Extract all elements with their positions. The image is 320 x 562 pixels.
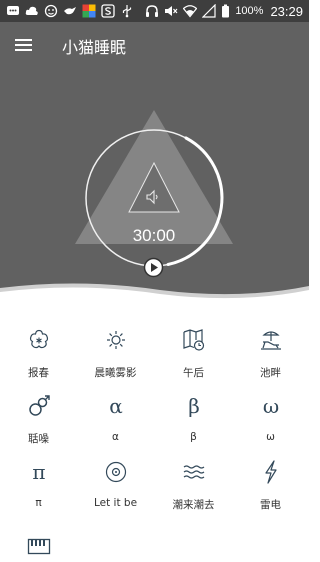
sound-item[interactable]: 午后	[155, 322, 232, 386]
status-bar: 100% 23:29	[0, 0, 309, 22]
clock: 23:29	[270, 3, 303, 19]
sound-label: 雷电	[260, 499, 281, 511]
sound-label: π	[35, 497, 42, 509]
timer-display: 30:00	[132, 226, 176, 245]
flower-icon	[27, 328, 51, 352]
svg-text:α: α	[109, 394, 123, 418]
omega-icon: ω	[259, 394, 283, 418]
sound-item[interactable]: α α	[77, 388, 154, 452]
piano-icon	[27, 538, 51, 562]
sound-item[interactable]: 报春	[0, 322, 77, 386]
sound-label: 晨曦雾影	[94, 367, 137, 379]
signal-icon	[202, 4, 216, 18]
sound-label: 午后	[183, 367, 204, 379]
sound-label: Let it be	[93, 497, 138, 509]
app-color-icon	[82, 4, 96, 18]
headphones-icon	[145, 4, 159, 18]
sound-item[interactable]: ω ω	[232, 388, 309, 452]
sound-item[interactable]: 潮来潮去	[155, 454, 232, 518]
sound-item[interactable]: π π	[0, 454, 77, 518]
notification-icons	[6, 3, 134, 19]
wifi-icon	[183, 4, 198, 18]
system-icons: 100% 23:29	[145, 3, 303, 19]
sound-item[interactable]: 聒噪	[0, 388, 77, 452]
sound-item[interactable]	[0, 520, 77, 555]
sound-item[interactable]: β β	[155, 388, 232, 452]
vinyl-icon	[104, 460, 128, 484]
sound-label: ω	[266, 431, 275, 443]
sound-label: 报春	[28, 367, 49, 379]
sound-label: 池畔	[260, 367, 281, 379]
sound-label: β	[190, 431, 197, 443]
sound-item[interactable]: 雷电	[232, 454, 309, 518]
sound-item[interactable]: 晨曦雾影	[77, 322, 154, 386]
cloud-icon	[25, 4, 39, 18]
battery-icon	[221, 4, 230, 18]
menu-button[interactable]	[14, 36, 34, 56]
alpha-icon: α	[104, 394, 128, 418]
page-title: 小猫睡眠	[62, 38, 127, 57]
speaker-icon[interactable]	[144, 188, 162, 206]
pi-icon: π	[27, 460, 51, 484]
svg-text:β: β	[188, 394, 200, 418]
lightning-icon	[259, 460, 283, 484]
chat-icon	[6, 4, 20, 18]
waves-icon	[182, 460, 206, 484]
battery-percent: 100%	[235, 5, 264, 17]
svg-text:ω: ω	[263, 394, 279, 418]
face-icon	[44, 4, 58, 18]
sound-label: α	[112, 431, 119, 443]
svg-text:π: π	[32, 460, 45, 484]
wave-divider	[0, 283, 309, 304]
volume-mute-icon	[164, 4, 178, 18]
sound-label: 潮来潮去	[172, 499, 215, 511]
beach-chair-icon	[259, 328, 283, 352]
sound-item[interactable]: 池畔	[232, 322, 309, 386]
sound-item[interactable]: Let it be	[77, 454, 154, 518]
bird-icon	[63, 4, 77, 18]
beta-icon: β	[182, 394, 206, 418]
sound-label: 聒噪	[28, 433, 49, 445]
s-icon	[101, 4, 115, 18]
play-button[interactable]	[143, 257, 164, 278]
gender-circles-icon	[27, 394, 51, 418]
usb-icon	[120, 4, 134, 18]
map-clock-icon	[182, 328, 206, 352]
sun-icon	[104, 328, 128, 352]
player-header: 小猫睡眠 30:00	[0, 22, 309, 304]
